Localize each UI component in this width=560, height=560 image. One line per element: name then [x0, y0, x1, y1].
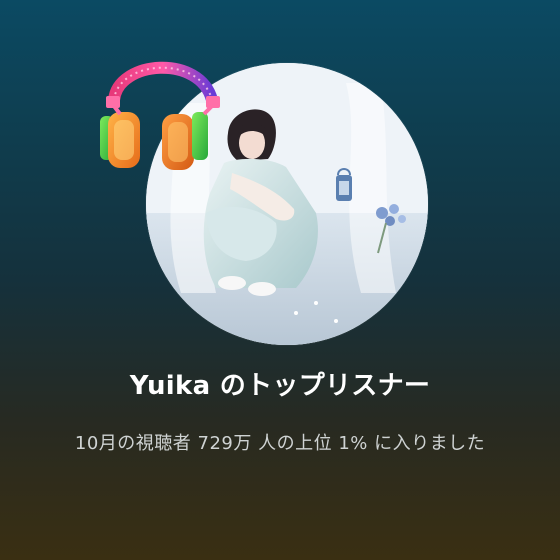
- listener-stat-text: 10月の視聴者 729万 人の上位 1% に入りました: [74, 433, 486, 454]
- headphones-icon: [92, 48, 232, 188]
- top-listener-card: Yuika のトップリスナー 10月の視聴者 729万 人の上位 1% に入りま…: [0, 0, 560, 560]
- page-title: Yuika のトップリスナー: [129, 371, 431, 401]
